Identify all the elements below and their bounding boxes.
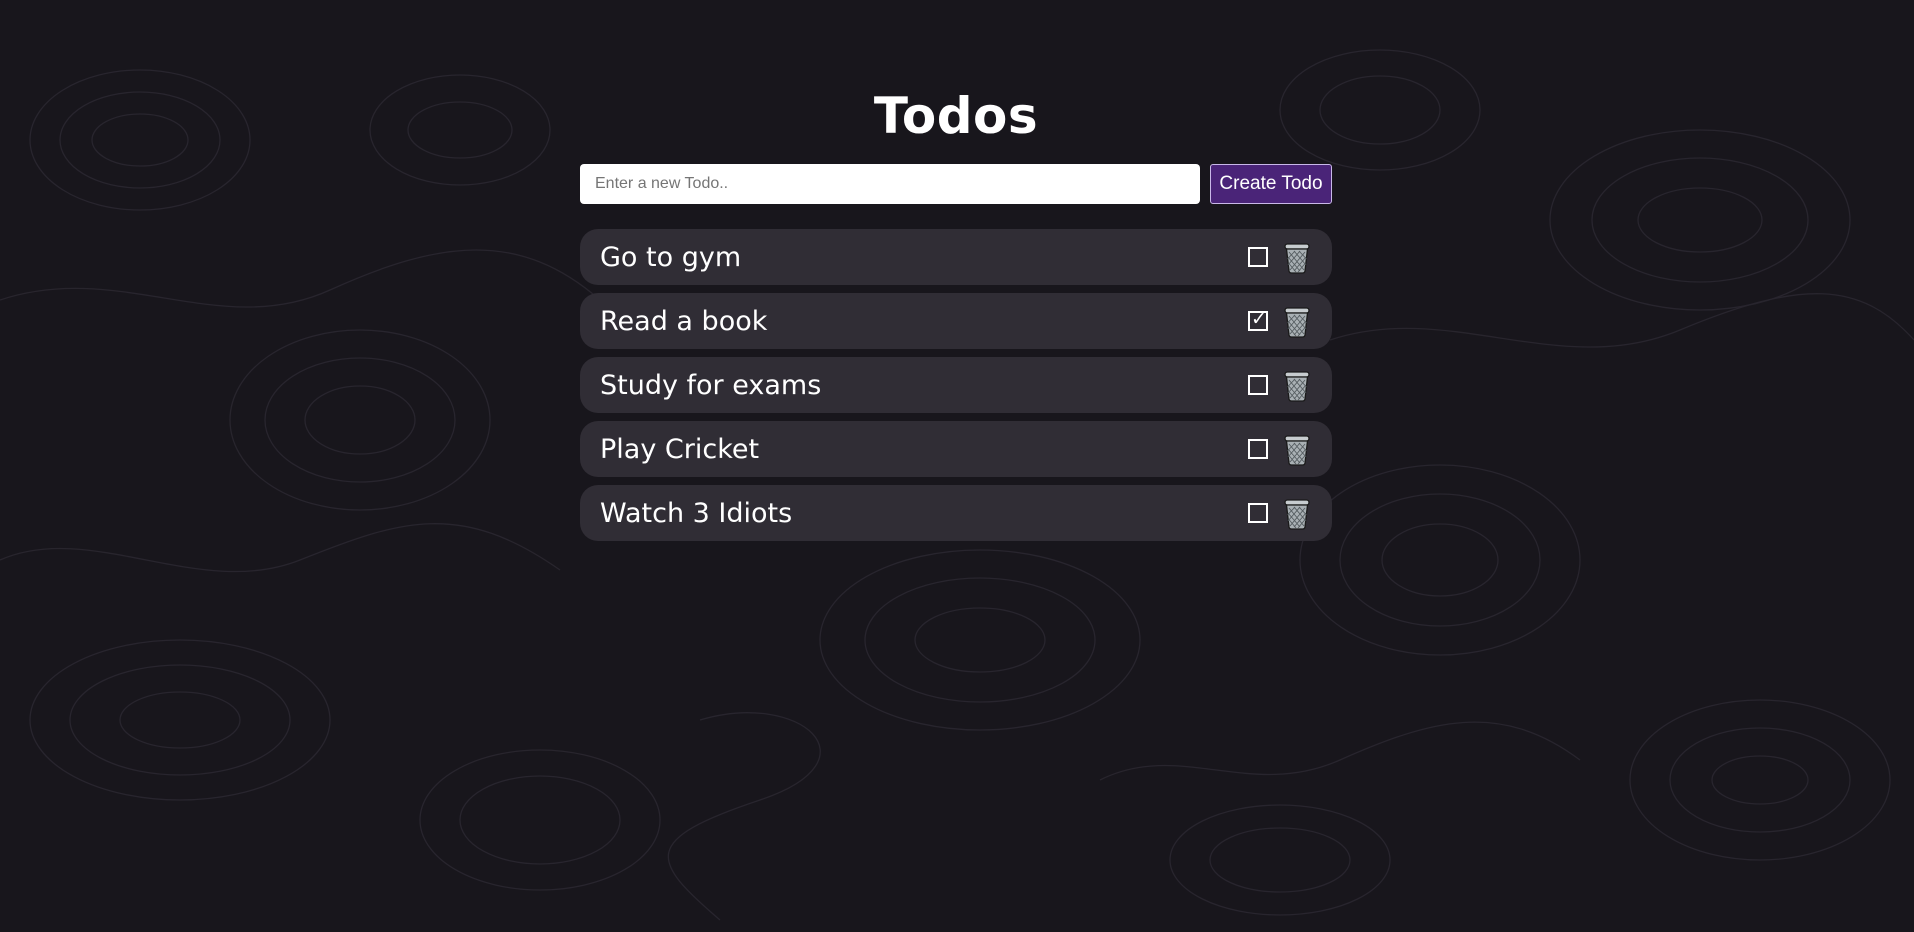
check-mark-icon: ✓: [1251, 308, 1267, 330]
todo-item: Go to gym: [580, 229, 1332, 285]
todo-item: Study for exams: [580, 357, 1332, 413]
todo-item: Play Cricket: [580, 421, 1332, 477]
todo-checkbox[interactable]: ✓: [1248, 308, 1268, 331]
todo-item: Watch 3 Idiots: [580, 485, 1332, 541]
todo-app: Todos Create Todo Go to gym Read a book …: [580, 76, 1332, 549]
todo-text: Read a book: [600, 305, 768, 337]
trash-icon[interactable]: [1282, 240, 1312, 274]
todo-item: Read a book ✓: [580, 293, 1332, 349]
create-todo-button[interactable]: Create Todo: [1210, 164, 1332, 204]
new-todo-input[interactable]: [580, 164, 1200, 204]
todo-checkbox[interactable]: [1248, 247, 1268, 267]
trash-icon[interactable]: [1282, 304, 1312, 338]
trash-icon[interactable]: [1282, 496, 1312, 530]
todo-checkbox[interactable]: [1248, 375, 1268, 395]
page-title: Todos: [873, 87, 1039, 145]
trash-icon[interactable]: [1282, 368, 1312, 402]
todo-checkbox[interactable]: [1248, 503, 1268, 523]
todo-text: Play Cricket: [600, 433, 760, 465]
todo-text: Watch 3 Idiots: [600, 497, 793, 529]
trash-icon[interactable]: [1282, 432, 1312, 466]
create-todo-form: Create Todo: [580, 164, 1332, 204]
todo-list: Go to gym Read a book ✓ Study for exams: [580, 229, 1332, 541]
todo-text: Go to gym: [600, 241, 742, 273]
todo-text: Study for exams: [600, 369, 822, 401]
todo-checkbox[interactable]: [1248, 439, 1268, 459]
